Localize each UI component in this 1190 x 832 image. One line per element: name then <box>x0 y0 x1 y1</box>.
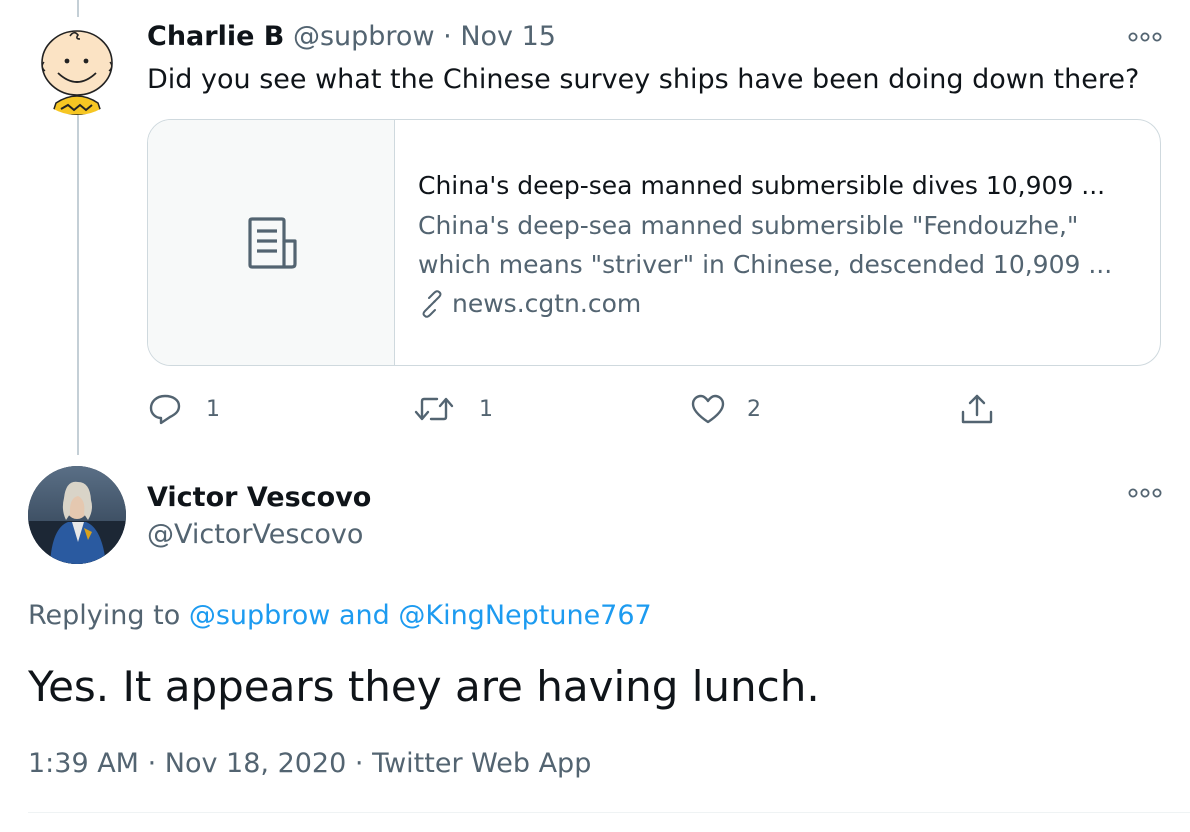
tweet2-time[interactable]: 1:39 AM <box>28 748 139 779</box>
tweet2-date[interactable]: Nov 18, 2020 <box>165 748 347 779</box>
link-icon <box>422 290 442 318</box>
tweet2-text: Yes. It appears they are having lunch. <box>28 662 820 711</box>
reply-icon <box>149 394 181 425</box>
profile-photo-avatar-icon <box>28 466 126 564</box>
link-card-domain: news.cgtn.com <box>452 289 642 318</box>
share-icon <box>961 394 993 424</box>
replying-prefix: Replying to <box>28 600 189 631</box>
tweet1-display-name[interactable]: Charlie B <box>147 21 284 52</box>
victor-vescovo-avatar[interactable] <box>28 466 126 564</box>
tweet1-date[interactable]: Nov 15 <box>460 21 556 52</box>
reply-count: 1 <box>206 396 220 422</box>
link-card-description-line2: which means "striver" in Chinese, descen… <box>418 250 1113 279</box>
tweet1-separator: · <box>443 21 452 52</box>
replying-to-line: Replying to @supbrow and @KingNeptune767 <box>28 598 652 634</box>
tweet2-separator-2: · <box>354 748 364 779</box>
reply-mention-supbrow[interactable]: @supbrow <box>189 600 331 631</box>
bottom-divider <box>28 812 1190 813</box>
more-options-icon <box>1128 488 1162 498</box>
reply-mention-joiner[interactable]: and <box>330 600 398 631</box>
tweet1-header: Charlie B @supbrow · Nov 15 <box>147 19 556 55</box>
retweet-count: 1 <box>479 396 493 422</box>
reply-mention-kingneptune[interactable]: @KingNeptune767 <box>398 600 651 631</box>
retweet-action[interactable]: 1 <box>413 392 493 426</box>
retweet-icon <box>414 397 454 421</box>
link-preview-card[interactable]: China's deep-sea manned submersible dive… <box>147 119 1161 366</box>
tweet2-separator-1: · <box>147 748 157 779</box>
like-count: 2 <box>747 396 761 422</box>
charlie-b-avatar[interactable] <box>28 17 126 115</box>
tweet2-display-name[interactable]: Victor Vescovo <box>147 480 371 516</box>
charlie-brown-avatar-icon <box>28 17 126 115</box>
tweet2-meta: 1:39 AM · Nov 18, 2020 · Twitter Web App <box>28 746 591 782</box>
reply-action[interactable]: 1 <box>148 392 220 426</box>
link-card-domain-row: news.cgtn.com <box>418 284 1138 324</box>
tweet1-more-button[interactable] <box>1127 27 1163 47</box>
like-action[interactable]: 2 <box>691 392 761 426</box>
link-card-thumbnail <box>148 120 395 365</box>
tweet2-more-button[interactable] <box>1127 483 1163 503</box>
heart-icon <box>691 394 725 424</box>
link-card-title: China's deep-sea manned submersible dive… <box>418 171 1106 200</box>
link-card-description-line1: China's deep-sea manned submersible "Fen… <box>418 211 1079 240</box>
tweet1-handle[interactable]: @supbrow <box>293 21 435 52</box>
tweet2-source[interactable]: Twitter Web App <box>372 748 591 779</box>
tweet2-handle[interactable]: @VictorVescovo <box>147 517 363 553</box>
more-options-icon <box>1128 32 1162 42</box>
share-action[interactable] <box>960 392 994 426</box>
link-card-text: China's deep-sea manned submersible dive… <box>418 166 1138 324</box>
document-icon <box>248 217 297 269</box>
tweet1-text: Did you see what the Chinese survey ship… <box>147 64 1140 95</box>
